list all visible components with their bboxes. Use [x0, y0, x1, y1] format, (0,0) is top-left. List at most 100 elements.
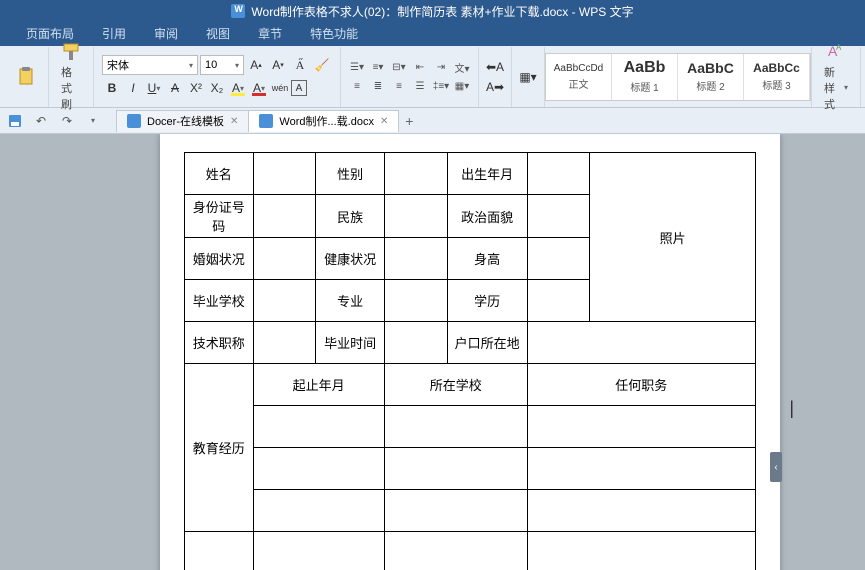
table-row[interactable] — [253, 406, 384, 448]
cell-title-label[interactable]: 技术职称 — [185, 322, 254, 364]
increase-indent-button[interactable]: ⇥ — [431, 58, 451, 76]
align-left-button[interactable]: ≡ — [347, 77, 367, 95]
cell-school-value[interactable] — [253, 280, 316, 322]
shrink-font-button[interactable]: A▾ — [268, 55, 288, 75]
table-row[interactable] — [384, 532, 527, 570]
table-row[interactable] — [527, 490, 755, 532]
close-icon[interactable]: ✕ — [230, 116, 238, 127]
style-heading3[interactable]: AaBbCc标题 3 — [744, 54, 810, 100]
tab-review[interactable]: 审阅 — [140, 21, 192, 46]
subscript-button[interactable]: X₂ — [207, 78, 227, 98]
add-tab-button[interactable]: + — [398, 113, 420, 129]
text-direction-button[interactable]: 文▾ — [452, 58, 472, 76]
cell-birth-value[interactable] — [527, 153, 590, 195]
table-row[interactable] — [527, 448, 755, 490]
border-button[interactable]: ▦▾ — [518, 67, 538, 87]
cell-school-header[interactable]: 所在学校 — [384, 364, 527, 406]
format-painter-button[interactable]: 格式刷 — [55, 40, 87, 114]
cell-photo[interactable]: 照片 — [590, 153, 756, 322]
table-row[interactable] — [185, 532, 254, 570]
phonetic-guide-button[interactable]: wén — [270, 78, 290, 98]
cell-height-value[interactable] — [527, 238, 590, 280]
table-row[interactable] — [253, 490, 384, 532]
cell-ethnic-label[interactable]: 民族 — [316, 195, 385, 238]
decrease-indent-button[interactable]: ⇤ — [410, 58, 430, 76]
cell-marital-value[interactable] — [253, 238, 316, 280]
font-color-button[interactable]: A▾ — [249, 78, 269, 98]
cell-major-value[interactable] — [384, 280, 447, 322]
cell-degree-value[interactable] — [527, 280, 590, 322]
style-normal[interactable]: AaBbCcDd正文 — [546, 54, 612, 100]
italic-button[interactable]: I — [123, 78, 143, 98]
document-page[interactable]: 姓名 性别 出生年月 照片 身份证号码 民族 政治面貌 婚姻状况 健康状况 — [160, 134, 780, 570]
cell-gender-value[interactable] — [384, 153, 447, 195]
cell-political-label[interactable]: 政治面貌 — [447, 195, 527, 238]
indent-right-button[interactable]: A➡ — [485, 77, 505, 97]
style-heading1[interactable]: AaBb标题 1 — [612, 54, 678, 100]
close-icon[interactable]: ✕ — [380, 116, 388, 127]
table-row[interactable] — [253, 532, 384, 570]
new-style-button[interactable]: AA 新样式▾ — [818, 40, 854, 114]
multilevel-button[interactable]: ⊟▾ — [389, 58, 409, 76]
cell-marital-label[interactable]: 婚姻状况 — [185, 238, 254, 280]
cell-duty-header[interactable]: 任何职务 — [527, 364, 755, 406]
align-right-button[interactable]: ≡ — [389, 77, 409, 95]
cell-period-header[interactable]: 起止年月 — [253, 364, 384, 406]
indent-left-button[interactable]: ⬅A — [485, 57, 505, 77]
redo-button[interactable]: ↷ — [56, 111, 78, 131]
table-row[interactable] — [384, 490, 527, 532]
shading-button[interactable]: ▦▾ — [452, 77, 472, 95]
cell-major-label[interactable]: 专业 — [316, 280, 385, 322]
numbering-button[interactable]: ≡▾ — [368, 58, 388, 76]
side-panel-handle[interactable]: ‹ — [770, 452, 782, 482]
cell-birth-label[interactable]: 出生年月 — [447, 153, 527, 195]
bullets-button[interactable]: ☰▾ — [347, 58, 367, 76]
char-border-button[interactable]: A — [291, 80, 307, 96]
cell-hukou-value[interactable] — [527, 322, 755, 364]
font-size-select[interactable]: 10▾ — [200, 55, 244, 75]
cell-degree-label[interactable]: 学历 — [447, 280, 527, 322]
cell-health-value[interactable] — [384, 238, 447, 280]
cell-name-label[interactable]: 姓名 — [185, 153, 254, 195]
table-row[interactable] — [253, 448, 384, 490]
cell-hukou-label[interactable]: 户口所在地 — [447, 322, 527, 364]
undo-button[interactable]: ↶ — [30, 111, 52, 131]
cell-gradtime-label[interactable]: 毕业时间 — [316, 322, 385, 364]
clear-format-button[interactable]: 🧹 — [312, 55, 332, 75]
document-canvas[interactable]: ⟲ 姓名 性别 出生年月 照片 身份证号码 民族 政治面貌 婚姻状况 — [0, 134, 865, 570]
doc-tab-docer[interactable]: Docer-在线模板 ✕ — [116, 110, 249, 132]
save-button[interactable] — [4, 111, 26, 131]
tab-special[interactable]: 特色功能 — [296, 21, 372, 46]
table-row[interactable] — [384, 448, 527, 490]
tab-view[interactable]: 视图 — [192, 21, 244, 46]
cell-school-label[interactable]: 毕业学校 — [185, 280, 254, 322]
cell-gender-label[interactable]: 性别 — [316, 153, 385, 195]
cell-health-label[interactable]: 健康状况 — [316, 238, 385, 280]
align-center-button[interactable]: ≣ — [368, 77, 388, 95]
table-row[interactable] — [527, 532, 755, 570]
table-row[interactable] — [527, 406, 755, 448]
resume-table[interactable]: 姓名 性别 出生年月 照片 身份证号码 民族 政治面貌 婚姻状况 健康状况 — [184, 152, 756, 570]
qat-menu-button[interactable]: ▾ — [82, 111, 104, 131]
underline-button[interactable]: U▾ — [144, 78, 164, 98]
cell-political-value[interactable] — [527, 195, 590, 238]
cell-id-value[interactable] — [253, 195, 316, 238]
change-case-button[interactable]: A̋ — [290, 55, 310, 75]
cell-title-value[interactable] — [253, 322, 316, 364]
align-justify-button[interactable]: ☰ — [410, 77, 430, 95]
paste-button[interactable] — [10, 64, 42, 90]
bold-button[interactable]: B — [102, 78, 122, 98]
cell-height-label[interactable]: 身高 — [447, 238, 527, 280]
style-heading2[interactable]: AaBbC标题 2 — [678, 54, 744, 100]
font-name-select[interactable]: 宋体▾ — [102, 55, 198, 75]
doc-tab-word[interactable]: Word制作...载.docx ✕ — [248, 110, 399, 132]
tab-section[interactable]: 章节 — [244, 21, 296, 46]
strikethrough-button[interactable]: A — [165, 78, 185, 98]
cell-gradtime-value[interactable] — [384, 322, 447, 364]
grow-font-button[interactable]: A▴ — [246, 55, 266, 75]
highlight-button[interactable]: A▾ — [228, 78, 248, 98]
cell-name-value[interactable] — [253, 153, 316, 195]
cell-ethnic-value[interactable] — [384, 195, 447, 238]
line-spacing-button[interactable]: ‡≡▾ — [431, 77, 451, 95]
cell-edu-label[interactable]: 教育经历 — [185, 364, 254, 532]
